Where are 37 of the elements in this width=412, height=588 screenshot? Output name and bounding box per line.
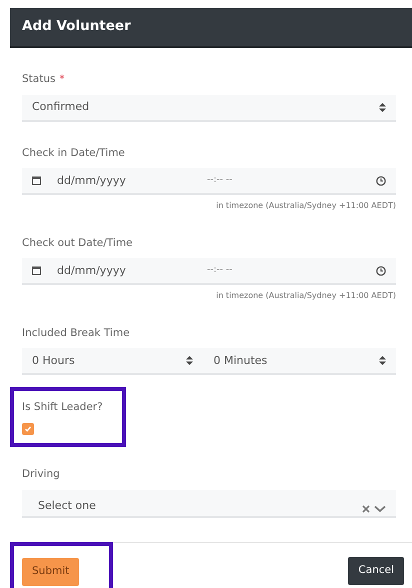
time-placeholder: --:-- -- (207, 264, 232, 277)
calendar-icon (32, 176, 41, 186)
cancel-button[interactable]: Cancel (348, 556, 404, 585)
select-field[interactable]: 0 Minutes (203, 348, 396, 374)
clear-icon (362, 504, 370, 513)
select-value: 0 Hours (32, 354, 75, 368)
date-placeholder: dd/mm/yyyy (57, 264, 127, 278)
clock-icon (376, 176, 386, 186)
dropdown-field[interactable]: Select one (22, 490, 396, 518)
date-placeholder: dd/mm/yyyy (57, 174, 127, 188)
field-label: Is Shift Leader? (22, 401, 104, 415)
timezone-hint: in timezone (Australia/Sydney +11:00 AEDT) (216, 291, 396, 302)
dropdown-placeholder: Select one (37, 498, 97, 513)
timezone-hint: in timezone (Australia/Sydney +11:00 AEDT) (216, 201, 396, 212)
sort-arrows-icon (379, 102, 386, 112)
calendar-icon (32, 266, 41, 276)
field-label: Included Break Time (22, 326, 130, 339)
datetime-field[interactable]: dd/mm/yyyy --:-- -- (22, 168, 396, 196)
checkbox[interactable] (22, 422, 34, 435)
select-field[interactable]: 0 Hours (22, 348, 204, 374)
field-label: Driving (22, 468, 60, 480)
required-mark: * (59, 74, 64, 85)
checkmark-icon (24, 424, 32, 433)
dialog-title: Add Volunteer (10, 8, 412, 48)
submit-button[interactable]: Submit (22, 558, 80, 586)
field-label: Check in Date/Time (22, 146, 125, 159)
time-placeholder: --:-- -- (207, 174, 232, 187)
select-field[interactable]: Confirmed (22, 94, 396, 122)
datetime-field[interactable]: dd/mm/yyyy --:-- -- (22, 258, 396, 286)
sort-arrows-icon (379, 356, 386, 366)
clock-icon (376, 266, 386, 276)
field-label: Check out Date/Time (22, 236, 133, 249)
field-label: Status (22, 73, 56, 85)
select-value: Confirmed (32, 100, 90, 114)
chevron-down-icon (374, 504, 386, 513)
select-value: 0 Minutes (213, 354, 268, 368)
sort-arrows-icon (186, 356, 194, 366)
